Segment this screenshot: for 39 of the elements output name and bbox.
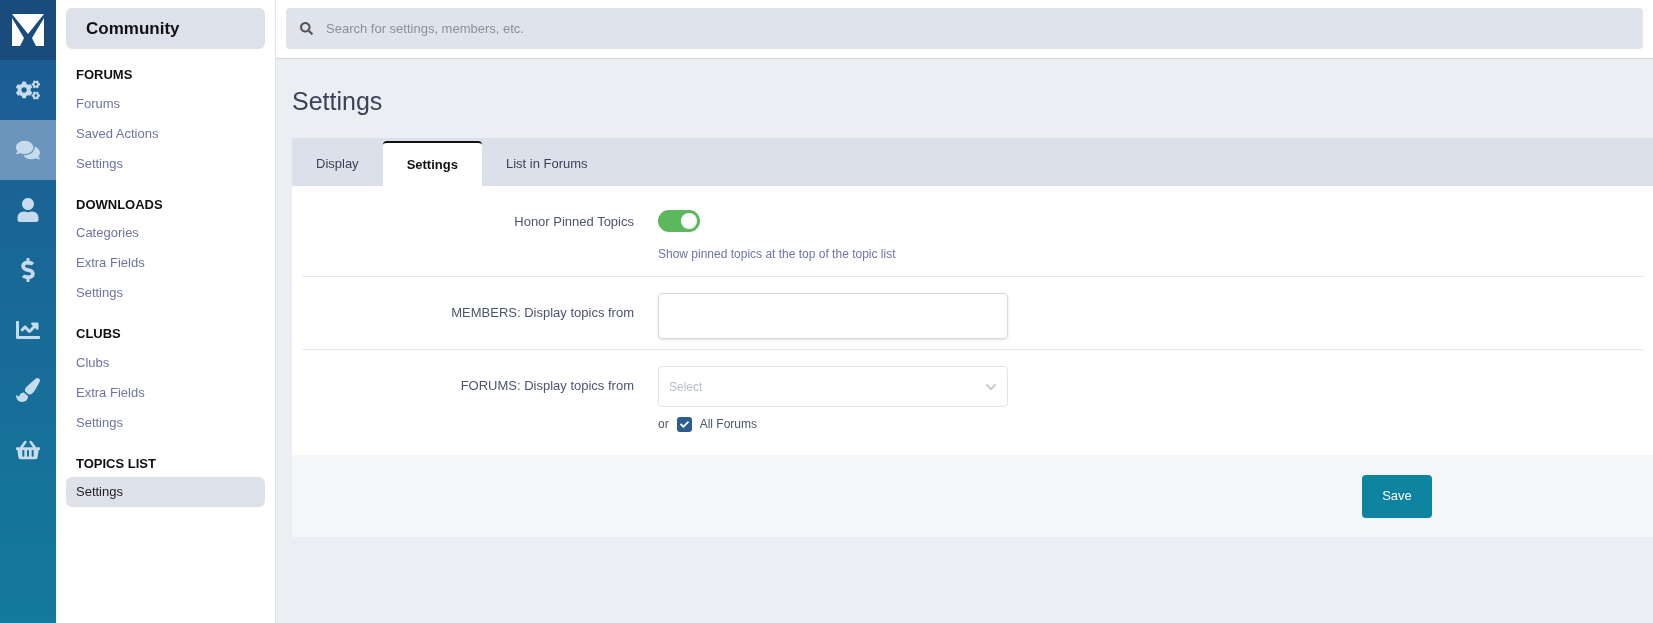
input-field[interactable] — [658, 293, 1008, 339]
toggle-switch[interactable] — [658, 210, 700, 232]
user-icon — [16, 198, 40, 222]
section-heading: FORUMS — [75, 66, 134, 84]
sidebar-title: Community — [66, 8, 265, 49]
checkbox-label: All Forums — [699, 416, 757, 433]
field-label: FORUMS: Display topics from — [459, 377, 635, 395]
sidebar-item[interactable]: Settings — [66, 407, 265, 438]
sidebar-item[interactable]: Settings — [66, 148, 265, 179]
sidebar-item[interactable]: Forums — [66, 88, 265, 119]
checkbox[interactable] — [676, 416, 692, 432]
check-icon — [679, 419, 689, 429]
sidebar-item[interactable]: Extra Fields — [66, 248, 265, 278]
brush-icon — [16, 378, 40, 402]
search-icon — [300, 22, 313, 35]
section-heading: DOWNLOADS — [75, 195, 164, 214]
sidebar-item[interactable]: Extra Fields — [66, 377, 265, 408]
section-heading: CLUBS — [75, 325, 122, 343]
gears-icon — [16, 78, 40, 102]
field-label: MEMBERS: Display topics from — [450, 304, 635, 322]
line-chart-icon — [16, 318, 40, 342]
basket-icon — [16, 438, 40, 462]
search-field[interactable]: Search for settings, members, etc. — [286, 8, 1643, 49]
section-heading: TOPICS LIST — [75, 454, 157, 473]
field-label: Honor Pinned Topics — [513, 213, 635, 231]
sidebar-item[interactable]: Clubs — [66, 347, 265, 378]
save-button[interactable]: Save — [1362, 474, 1432, 518]
sidebar-item[interactable]: Settings — [66, 278, 265, 308]
page-title: Settings — [292, 86, 384, 117]
sidebar-item[interactable]: Categories — [66, 218, 265, 248]
or-text: or — [658, 416, 669, 433]
sidebar-item[interactable]: Settings — [66, 477, 265, 507]
tab[interactable]: List in Forums — [481, 141, 612, 186]
tab[interactable]: Display — [292, 141, 383, 186]
sidebar-item[interactable]: Saved Actions — [66, 118, 265, 149]
field-description: Show pinned topics at the top of the topic list — [658, 246, 896, 263]
tab[interactable]: Settings — [382, 141, 482, 186]
logo-icon — [12, 14, 44, 46]
chat-bubbles-icon — [16, 138, 40, 162]
